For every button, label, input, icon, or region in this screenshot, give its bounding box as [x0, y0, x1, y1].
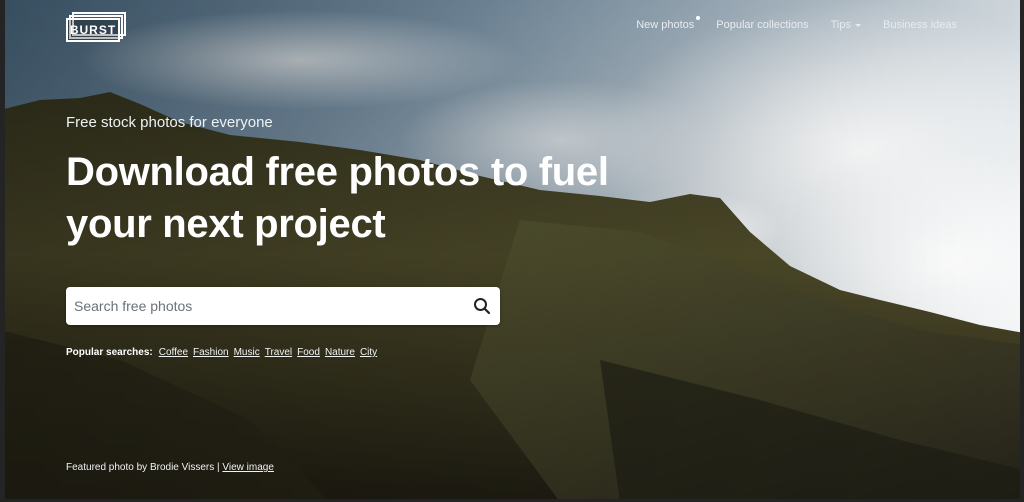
hero-section: BURST New photos Popular collections Tip… — [0, 0, 1024, 502]
popular-search-travel[interactable]: Travel — [265, 347, 292, 358]
nav-tips[interactable]: Tips — [831, 19, 861, 31]
left-edge — [0, 0, 5, 502]
new-indicator-dot — [696, 16, 701, 20]
right-edge — [1020, 0, 1024, 502]
nav-new-photos-label: New photos — [636, 19, 695, 31]
logo-front-plate: BURST — [66, 18, 120, 42]
popular-search-city[interactable]: City — [360, 347, 377, 358]
popular-search-music[interactable]: Music — [234, 347, 260, 358]
popular-search-coffee[interactable]: Coffee — [159, 347, 188, 358]
nav-new-photos[interactable]: New photos — [636, 16, 701, 31]
burst-logo[interactable]: BURST — [66, 12, 126, 42]
nav-tips-label: Tips — [830, 19, 851, 31]
nav-popular-collections-label: Popular collections — [716, 19, 809, 31]
popular-search-fashion[interactable]: Fashion — [193, 347, 229, 358]
popular-searches-label: Popular searches: — [66, 347, 153, 358]
nav-popular-collections[interactable]: Popular collections — [716, 19, 808, 31]
hero-tagline: Free stock photos for everyone — [66, 114, 273, 131]
popular-searches: Popular searches: Coffee Fashion Music T… — [66, 347, 377, 358]
search-icon — [474, 298, 491, 315]
nav-business-ideas-label: Business ideas — [883, 19, 957, 31]
hero-headline: Download free photos to fuel your next pr… — [66, 146, 666, 250]
headline-line-2: your next project — [66, 202, 386, 246]
search-button[interactable] — [472, 296, 492, 316]
popular-search-food[interactable]: Food — [297, 347, 320, 358]
popular-search-nature[interactable]: Nature — [325, 347, 355, 358]
view-image-link[interactable]: View image — [222, 462, 274, 473]
photo-credit: Featured photo by Brodie Vissers | View … — [66, 462, 274, 473]
photo-credit-text: Featured photo by Brodie Vissers — [66, 462, 215, 473]
nav-business-ideas[interactable]: Business ideas — [883, 19, 957, 31]
search-bar — [66, 287, 500, 325]
search-input[interactable] — [66, 287, 454, 325]
featured-photo-background — [0, 0, 1024, 502]
headline-line-1: Download free photos to fuel — [66, 150, 609, 194]
logo-text: BURST — [69, 23, 117, 37]
credit-separator: | — [217, 462, 220, 473]
main-nav: New photos Popular collections Tips Busi… — [636, 16, 957, 31]
chevron-down-icon — [855, 23, 861, 27]
